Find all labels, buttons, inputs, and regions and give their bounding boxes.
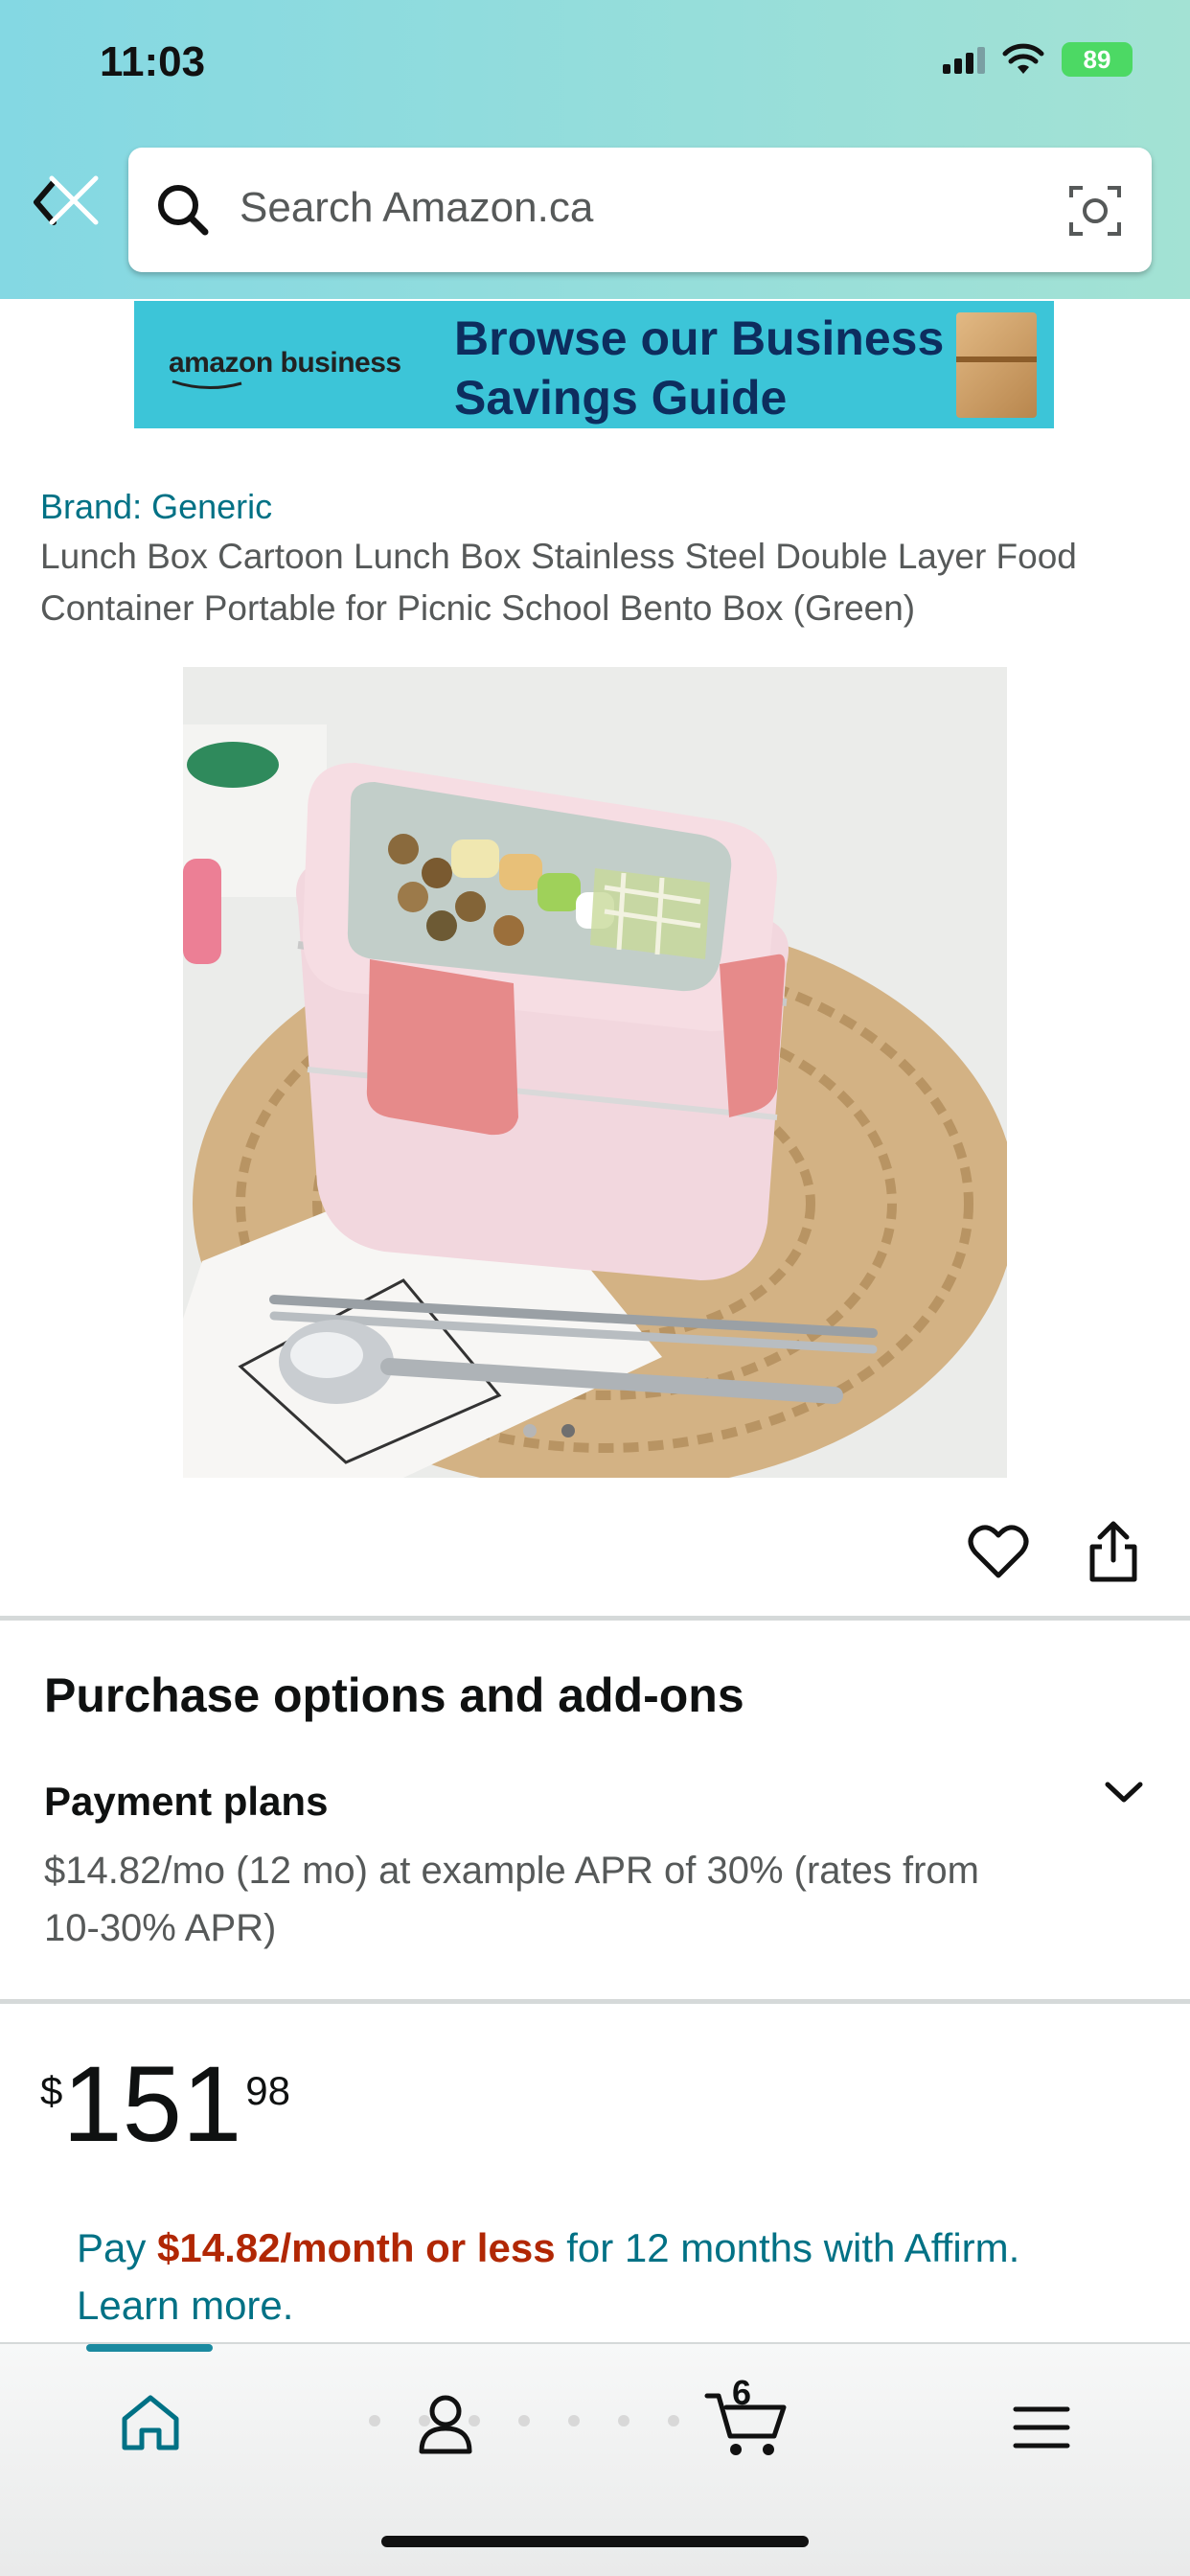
- active-tab-indicator: [86, 2344, 213, 2352]
- price-fraction: 98: [245, 2068, 290, 2113]
- amazon-business-logo: amazon business: [169, 347, 401, 379]
- menu-icon[interactable]: [1012, 2404, 1071, 2451]
- share-icon[interactable]: [1085, 1518, 1142, 1585]
- price-whole: 151: [62, 2044, 242, 2164]
- image-pagination: [523, 1424, 575, 1438]
- payment-plans-text: $14.82/mo (12 mo) at example APR of 30% …: [44, 1850, 979, 1949]
- banner-text: Browse our Business Savings Guide: [454, 311, 945, 425]
- lunch-box-illustration: [183, 667, 1007, 1478]
- pagination-dot: [523, 1424, 537, 1438]
- divider: [0, 1616, 1190, 1621]
- payment-plans-title[interactable]: Payment plans: [44, 1779, 328, 1825]
- chevron-down-icon[interactable]: [1100, 1773, 1148, 1811]
- price-symbol: $: [40, 2068, 63, 2113]
- cart-button[interactable]: 6: [703, 2373, 790, 2463]
- status-time: 11:03: [100, 38, 206, 85]
- pagination-dot-active: [561, 1424, 575, 1438]
- brand-link[interactable]: Brand: Generic: [40, 487, 272, 527]
- product-title: Lunch Box Cartoon Lunch Box Stainless St…: [40, 537, 1077, 628]
- search-placeholder: Search Amazon.ca: [240, 184, 594, 231]
- affirm-offer[interactable]: Pay $14.82/month or less for 12 months w…: [77, 2220, 1092, 2334]
- cart-count: 6: [732, 2373, 752, 2412]
- search-icon: [158, 185, 209, 236]
- box-icon: [956, 312, 1037, 418]
- close-icon: [49, 175, 99, 225]
- affirm-highlight: $14.82/month or less: [157, 2225, 556, 2270]
- divider: [0, 1999, 1190, 2004]
- battery-indicator: 89: [1062, 42, 1133, 77]
- home-icon[interactable]: [117, 2392, 184, 2453]
- signal-icon: [943, 45, 985, 74]
- home-indicator: [381, 2536, 809, 2547]
- header: 11:03 89 Search Amazon.ca: [0, 0, 1190, 299]
- account-icon[interactable]: [414, 2392, 477, 2455]
- camera-icon[interactable]: [1065, 180, 1125, 240]
- business-banner[interactable]: amazon business Browse our Business Savi…: [134, 301, 1054, 428]
- wifi-icon: [1002, 43, 1044, 74]
- search-input[interactable]: Search Amazon.ca: [128, 148, 1152, 272]
- affirm-prefix: Pay: [77, 2225, 158, 2270]
- status-icons: 89: [943, 42, 1133, 77]
- back-close-button[interactable]: [29, 169, 105, 236]
- purchase-options-heading: Purchase options and add-ons: [44, 1668, 744, 1722]
- heart-icon[interactable]: [968, 1522, 1029, 1581]
- amazon-smile-icon: [172, 380, 242, 390]
- product-image[interactable]: [183, 667, 1007, 1478]
- price: $ 151 98: [40, 2047, 290, 2162]
